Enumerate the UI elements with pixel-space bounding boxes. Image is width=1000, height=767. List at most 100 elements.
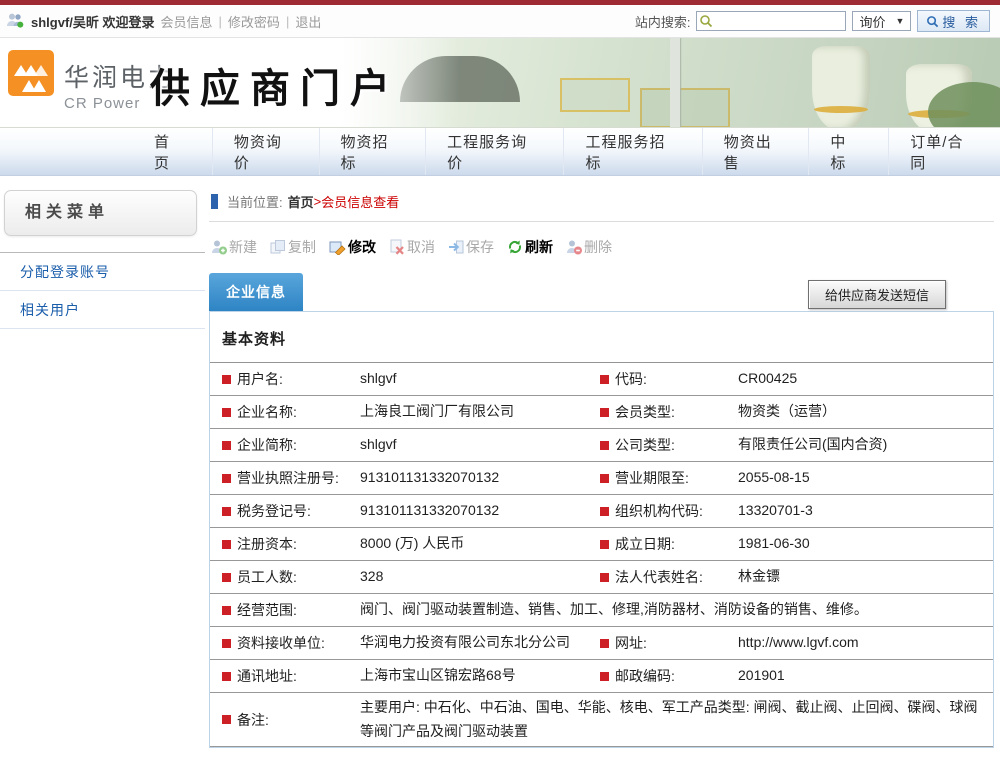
nav-item-awarded[interactable]: 中 标 [808, 128, 888, 175]
cancel-button[interactable]: 取消 [389, 237, 435, 257]
breadcrumb-current[interactable]: 会员信息查看 [321, 192, 399, 211]
refresh-button[interactable]: 刷新 [507, 237, 553, 257]
field-label: 员工人数: [222, 567, 360, 587]
refresh-button-label: 刷新 [525, 237, 553, 257]
site-search-label: 站内搜索: [635, 12, 691, 31]
table-row: 经营范围: 阀门、阀门驱动装置制造、销售、加工、修理,消防器材、消防设备的销售、… [210, 594, 993, 627]
table-row: 企业简称: shlgvf 公司类型: 有限责任公司(国内合资) [210, 429, 993, 462]
search-category-select[interactable]: 询价 ▼ [852, 11, 911, 31]
site-search-area: 站内搜索: 询价 ▼ 搜 索 [635, 10, 990, 32]
main-nav: 首 页 物资询价 物资招标 工程服务询价 工程服务招标 物资出售 中 标 订单/… [0, 128, 1000, 176]
bullet-icon [600, 441, 609, 450]
bullet-icon [222, 672, 231, 681]
header-banner: 华润电力 CR Power 供应商门户 [0, 38, 1000, 128]
field-label: 组织机构代码: [600, 501, 738, 521]
sidebar-item-assign-accounts[interactable]: 分配登录账号 [0, 253, 205, 291]
sidebar: 相关菜单 分配登录账号 相关用户 [0, 176, 205, 767]
field-value: 201901 [738, 664, 981, 687]
bullet-icon [222, 474, 231, 483]
send-sms-button[interactable]: 给供应商发送短信 [808, 280, 946, 309]
field-label: 营业期限至: [600, 468, 738, 488]
topbar-user-area: shlgvf/吴昕 欢迎登录 会员信息 | 修改密码 | 退出 [6, 12, 321, 31]
nav-item-service-bidding[interactable]: 工程服务招标 [563, 128, 701, 175]
plant-chimney-shape [670, 38, 680, 127]
topbar: shlgvf/吴昕 欢迎登录 会员信息 | 修改密码 | 退出 站内搜索: 询价… [0, 5, 1000, 38]
cooling-tower-band [814, 106, 868, 113]
field-value: 有限责任公司(国内合资) [738, 433, 981, 456]
field-label: 邮政编码: [600, 666, 738, 686]
cr-power-logo-icon [8, 50, 54, 96]
nav-item-material-inquiry[interactable]: 物资询价 [212, 128, 319, 175]
nav-item-material-sale[interactable]: 物资出售 [702, 128, 809, 175]
bullet-icon [600, 507, 609, 516]
search-button[interactable]: 搜 索 [917, 10, 990, 32]
edit-button-label: 修改 [348, 237, 376, 257]
field-value: http://www.lgvf.com [738, 631, 981, 654]
bullet-icon [222, 715, 231, 724]
content-area: 相关菜单 分配登录账号 相关用户 当前位置: 首页 > 会员信息查看 新建 [0, 176, 1000, 767]
tab-company-info[interactable]: 企业信息 [209, 273, 303, 311]
table-row: 资料接收单位: 华润电力投资有限公司东北分公司 网址: http://www.l… [210, 627, 993, 660]
field-label: 税务登记号: [222, 501, 360, 521]
delete-button-label: 删除 [584, 237, 612, 257]
field-label: 法人代表姓名: [600, 567, 738, 587]
edit-button[interactable]: 修改 [329, 237, 376, 257]
search-button-label: 搜 索 [942, 12, 981, 31]
link-member-info[interactable]: 会员信息 [161, 12, 213, 31]
edit-icon [329, 239, 346, 255]
breadcrumb-home-link[interactable]: 首页 [288, 192, 314, 211]
field-value: 913101131332070132 [360, 499, 600, 522]
field-label: 经营范围: [222, 600, 360, 620]
field-value: 华润电力投资有限公司东北分公司 [360, 631, 600, 654]
field-label: 成立日期: [600, 534, 738, 554]
field-value: 1981-06-30 [738, 532, 981, 555]
field-value: 上海市宝山区锦宏路68号 [360, 664, 600, 687]
sidebar-item-related-users[interactable]: 相关用户 [0, 291, 205, 329]
field-label: 用户名: [222, 369, 360, 389]
field-value: 328 [360, 565, 600, 588]
bullet-icon [600, 474, 609, 483]
sidebar-title: 相关菜单 [4, 190, 197, 236]
section-title: 基本资料 [210, 312, 993, 363]
link-logout[interactable]: 退出 [295, 12, 321, 31]
chevron-down-icon: ▼ [895, 16, 904, 26]
tab-row: 企业信息 给供应商发送短信 [209, 273, 994, 311]
field-label: 会员类型: [600, 402, 738, 422]
cancel-icon [389, 239, 405, 255]
field-label: 资料接收单位: [222, 633, 360, 653]
field-label: 企业名称: [222, 402, 360, 422]
new-button[interactable]: 新建 [211, 237, 257, 257]
bullet-icon [222, 639, 231, 648]
table-row: 营业执照注册号: 913101131332070132 营业期限至: 2055-… [210, 462, 993, 495]
field-value: 主要用户: 中石化、中石油、国电、华能、核电、军工产品类型: 闸阀、截止阀、止回… [360, 696, 981, 742]
header-plant-image [340, 38, 1000, 127]
bullet-icon [600, 573, 609, 582]
welcome-text: shlgvf/吴昕 欢迎登录 [31, 12, 155, 31]
new-button-label: 新建 [229, 237, 257, 257]
cancel-button-label: 取消 [407, 237, 435, 257]
nav-item-service-inquiry[interactable]: 工程服务询价 [425, 128, 563, 175]
link-change-password[interactable]: 修改密码 [228, 12, 280, 31]
search-input[interactable] [696, 11, 846, 31]
nav-item-material-bidding[interactable]: 物资招标 [319, 128, 426, 175]
save-button[interactable]: 保存 [448, 237, 494, 257]
field-value: shlgvf [360, 433, 600, 456]
field-label: 企业简称: [222, 435, 360, 455]
nav-item-orders-contracts[interactable]: 订单/合同 [888, 128, 1000, 175]
sidebar-menu: 分配登录账号 相关用户 [0, 252, 205, 329]
bullet-icon [222, 507, 231, 516]
field-label: 代码: [600, 369, 738, 389]
copy-button[interactable]: 复制 [270, 237, 316, 257]
delete-button[interactable]: 删除 [566, 237, 612, 257]
bullet-icon [600, 639, 609, 648]
bullet-icon [222, 408, 231, 417]
refresh-icon [507, 239, 523, 255]
bullet-icon [222, 441, 231, 450]
nav-item-home[interactable]: 首 页 [133, 128, 212, 175]
table-row: 注册资本: 8000 (万) 人民币 成立日期: 1981-06-30 [210, 528, 993, 561]
field-value: 林金镖 [738, 565, 981, 588]
breadcrumb: 当前位置: 首页 > 会员信息查看 [209, 176, 994, 222]
search-category-value: 询价 [859, 12, 885, 31]
bullet-icon [600, 375, 609, 384]
page: shlgvf/吴昕 欢迎登录 会员信息 | 修改密码 | 退出 站内搜索: 询价… [0, 0, 1000, 767]
